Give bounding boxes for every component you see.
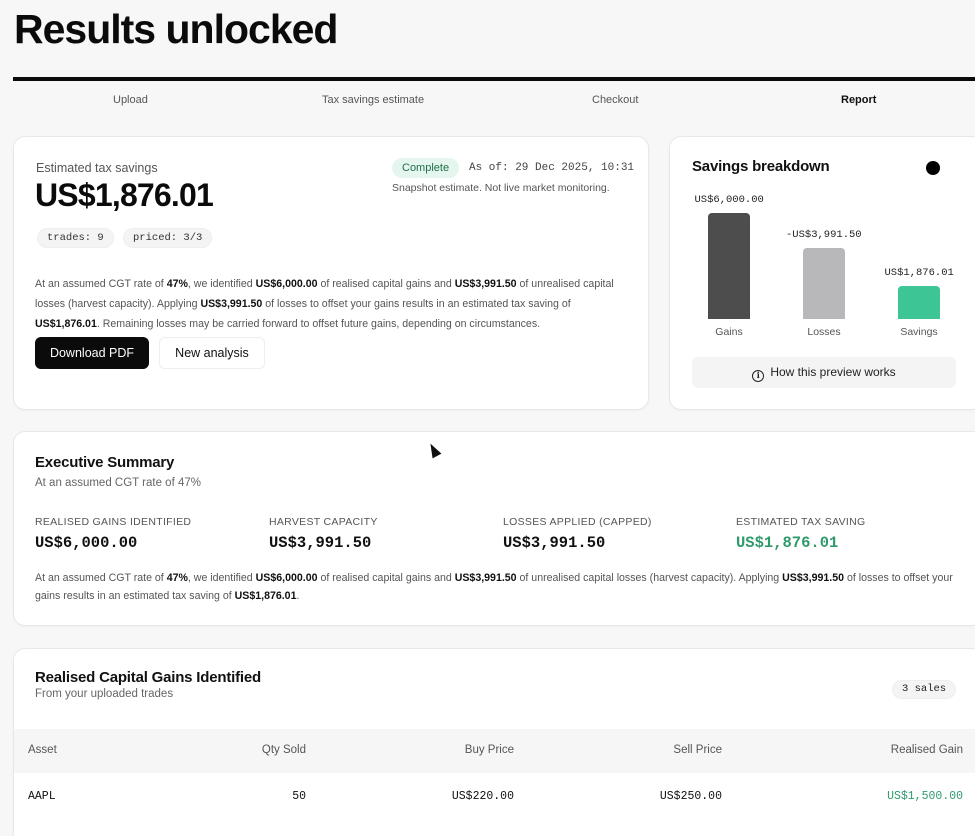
cell-buy-price: US$220.00 <box>451 790 514 803</box>
column-header-realised-gain[interactable]: Realised Gain <box>814 744 963 756</box>
column-header-qty-sold[interactable]: Qty Sold <box>194 744 306 756</box>
bar-value-losses: -US$3,991.50 <box>786 229 862 242</box>
stat-value-losses-applied: US$3,991.50 <box>503 534 606 552</box>
stat-value-realised-gains: US$6,000.00 <box>35 534 138 552</box>
realised-gains-title: Realised Capital Gains Identified <box>35 669 261 686</box>
savings-explanation: At an assumed CGT rate of 47%, we identi… <box>35 278 614 330</box>
breakdown-toggle[interactable] <box>924 159 958 177</box>
savings-breakdown-card: Savings breakdown US$6,000.00 -US$3,991.… <box>669 136 975 410</box>
stat-label-losses-applied: LOSSES APPLIED (CAPPED) <box>503 516 652 528</box>
bar-savings <box>898 285 940 319</box>
realised-gains-card: Realised Capital Gains Identified From y… <box>13 648 975 836</box>
executive-summary-title: Executive Summary <box>35 454 175 471</box>
stat-label-harvest-capacity: HARVEST CAPACITY <box>269 516 378 528</box>
sales-count-badge: 3 sales <box>892 680 957 699</box>
realised-gains-subtitle: From your uploaded trades <box>35 688 174 700</box>
cell-asset: AAPL <box>28 790 56 803</box>
trades-chip: trades: 9 <box>37 228 114 248</box>
savings-label: Estimated tax savings <box>36 161 158 175</box>
savings-amount: US$1,876.01 <box>35 177 214 213</box>
bar-value-savings: US$1,876.01 <box>884 266 954 279</box>
executive-summary-card: Executive Summary At an assumed CGT rate… <box>13 431 975 626</box>
snapshot-note: Snapshot estimate. Not live market monit… <box>392 182 610 194</box>
stat-value-tax-saving: US$1,876.01 <box>736 534 839 552</box>
step-upload[interactable]: Upload <box>113 94 148 106</box>
status-badge: Complete <box>392 158 460 178</box>
page-title: Results unlocked <box>14 6 338 52</box>
as-of-timestamp: As of: 29 Dec 2025, 10:31 <box>469 162 635 174</box>
bar-label-losses: Losses <box>807 326 841 338</box>
progress-steps: Upload Tax savings estimate Checkout Rep… <box>0 94 975 110</box>
estimated-savings-card: Estimated tax savings US$1,876.01 Comple… <box>13 136 649 410</box>
stat-label-realised-gains: REALISED GAINS IDENTIFIED <box>35 516 192 528</box>
info-icon: i <box>752 370 765 382</box>
bar-label-savings: Savings <box>900 326 938 338</box>
breakdown-title: Savings breakdown <box>692 158 830 175</box>
step-report[interactable]: Report <box>841 94 876 106</box>
column-header-sell-price[interactable]: Sell Price <box>612 744 722 756</box>
executive-summary-subtitle: At an assumed CGT rate of 47% <box>35 477 201 489</box>
cell-qty-sold: 50 <box>292 790 306 803</box>
table-header: Asset Qty Sold Buy Price Sell Price Real… <box>14 729 975 773</box>
column-header-buy-price[interactable]: Buy Price <box>404 744 514 756</box>
step-tax-savings-estimate[interactable]: Tax savings estimate <box>322 94 424 106</box>
priced-chip: priced: 3/3 <box>123 228 213 248</box>
toggle-knob <box>926 161 940 175</box>
bar-gains <box>708 213 750 319</box>
preview-button-label: How this preview works <box>770 365 896 379</box>
stat-value-harvest-capacity: US$3,991.50 <box>269 534 372 552</box>
download-pdf-button[interactable]: Download PDF <box>35 337 149 369</box>
stat-label-tax-saving: ESTIMATED TAX SAVING <box>736 516 866 528</box>
step-checkout[interactable]: Checkout <box>592 94 638 106</box>
bar-losses <box>803 248 845 319</box>
title-divider <box>13 77 975 81</box>
column-header-asset[interactable]: Asset <box>28 744 57 756</box>
cell-sell-price: US$250.00 <box>659 790 722 803</box>
new-analysis-button[interactable]: New analysis <box>159 337 265 369</box>
bar-label-gains: Gains <box>715 326 743 338</box>
how-preview-works-button[interactable]: i How this preview works <box>692 357 956 388</box>
executive-summary-text: At an assumed CGT rate of 47%, we identi… <box>35 572 953 602</box>
bar-value-gains: US$6,000.00 <box>694 194 764 206</box>
cell-realised-gain: US$1,500.00 <box>887 790 963 803</box>
